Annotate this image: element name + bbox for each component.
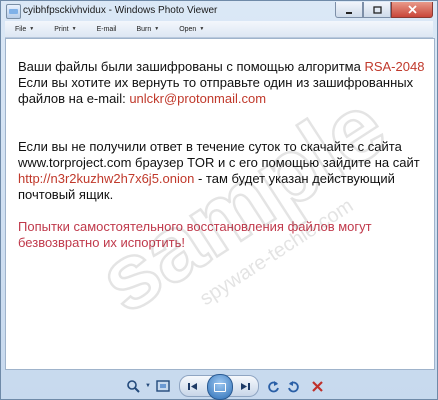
menu-email[interactable]: E-mail bbox=[87, 26, 127, 33]
rotate-left-icon bbox=[267, 380, 279, 392]
menu-file-label: File bbox=[15, 25, 27, 33]
window-controls bbox=[335, 2, 433, 18]
next-icon bbox=[241, 382, 250, 390]
warning-line: безвозвратно их испортить! bbox=[18, 235, 185, 250]
note-text: Ваши файлы были зашифрованы с помощью ал… bbox=[18, 59, 365, 74]
menu-bar: File ▼ Print ▼ E-mail Burn ▼ Open ▼ bbox=[5, 21, 433, 38]
image-viewport: Ваши файлы были зашифрованы с помощью ал… bbox=[5, 38, 435, 370]
rotate-group bbox=[263, 376, 327, 396]
warning-line: Попытки самостоятельного восстановления … bbox=[18, 219, 372, 234]
note-line: Ваши файлы были зашифрованы с помощью ал… bbox=[18, 59, 428, 75]
actual-size-icon bbox=[156, 380, 170, 392]
menu-burn[interactable]: Burn ▼ bbox=[126, 26, 169, 33]
actual-size-button[interactable] bbox=[153, 377, 173, 395]
note-text: файлов на e-mail: bbox=[18, 91, 130, 106]
previous-icon bbox=[188, 382, 197, 390]
menu-email-label: E-mail bbox=[96, 25, 117, 33]
delete-icon bbox=[311, 380, 323, 392]
menu-file[interactable]: File ▼ bbox=[5, 26, 44, 33]
menu-burn-label: Burn bbox=[136, 25, 152, 33]
window-title: cyibhfpsckivhvidux - Windows Photo Viewe… bbox=[23, 5, 218, 16]
maximize-button[interactable] bbox=[363, 2, 391, 18]
algorithm-name: RSA-2048 bbox=[364, 59, 425, 74]
rotate-counterclockwise-button[interactable] bbox=[263, 377, 283, 395]
maximize-icon bbox=[372, 5, 382, 14]
chevron-down-icon[interactable]: ▼ bbox=[143, 377, 153, 395]
note-line: файлов на e-mail: unlckr@protonmail.com bbox=[18, 91, 428, 107]
photo-viewer-app-icon bbox=[6, 4, 21, 19]
zoom-button[interactable] bbox=[123, 377, 143, 395]
ransom-note: Ваши файлы были зашифрованы с помощью ал… bbox=[18, 59, 428, 251]
rotate-clockwise-button[interactable] bbox=[283, 377, 303, 395]
onion-url: http://n3r2kuzhw2h7x6j5.onion bbox=[18, 171, 195, 186]
chevron-down-icon: ▼ bbox=[29, 26, 35, 32]
note-line: www.torproject.com браузер TOR и с его п… bbox=[18, 155, 420, 170]
chevron-down-icon: ▼ bbox=[199, 26, 205, 32]
minimize-icon bbox=[346, 11, 352, 14]
minimize-button[interactable] bbox=[335, 2, 363, 18]
note-line: Если вы хотите их вернуть то отправьте о… bbox=[18, 75, 414, 90]
navigation-control bbox=[179, 374, 259, 400]
note-line: Если вы не получили ответ в течение суто… bbox=[18, 139, 402, 154]
close-button[interactable] bbox=[391, 2, 433, 18]
chevron-down-icon: ▼ bbox=[154, 26, 160, 32]
chevron-down-icon: ▼ bbox=[71, 26, 77, 32]
photo-viewer-window: cyibhfpsckivhvidux - Windows Photo Viewe… bbox=[0, 0, 438, 400]
menu-print[interactable]: Print ▼ bbox=[44, 26, 86, 33]
note-line: почтовый ящик. bbox=[18, 187, 114, 202]
slideshow-icon bbox=[214, 382, 226, 392]
contact-email: unlckr@protonmail.com bbox=[129, 91, 267, 106]
menu-open-label: Open bbox=[179, 25, 197, 33]
slideshow-button[interactable] bbox=[207, 374, 233, 400]
menu-print-label: Print bbox=[54, 25, 69, 33]
bottom-toolbar: ▼ bbox=[1, 373, 437, 400]
title-bar: cyibhfpsckivhvidux - Windows Photo Viewe… bbox=[1, 1, 437, 21]
previous-button[interactable] bbox=[184, 378, 202, 394]
note-text: - там будет указан действующий bbox=[194, 171, 395, 186]
zoom-group: ▼ bbox=[123, 376, 173, 396]
magnifier-icon bbox=[127, 380, 140, 393]
note-line: http://n3r2kuzhw2h7x6j5.onion - там буде… bbox=[18, 171, 428, 187]
menu-open[interactable]: Open ▼ bbox=[169, 26, 214, 33]
close-icon bbox=[407, 5, 417, 14]
rotate-right-icon bbox=[287, 380, 299, 392]
next-button[interactable] bbox=[236, 378, 254, 394]
delete-button[interactable] bbox=[307, 377, 327, 395]
